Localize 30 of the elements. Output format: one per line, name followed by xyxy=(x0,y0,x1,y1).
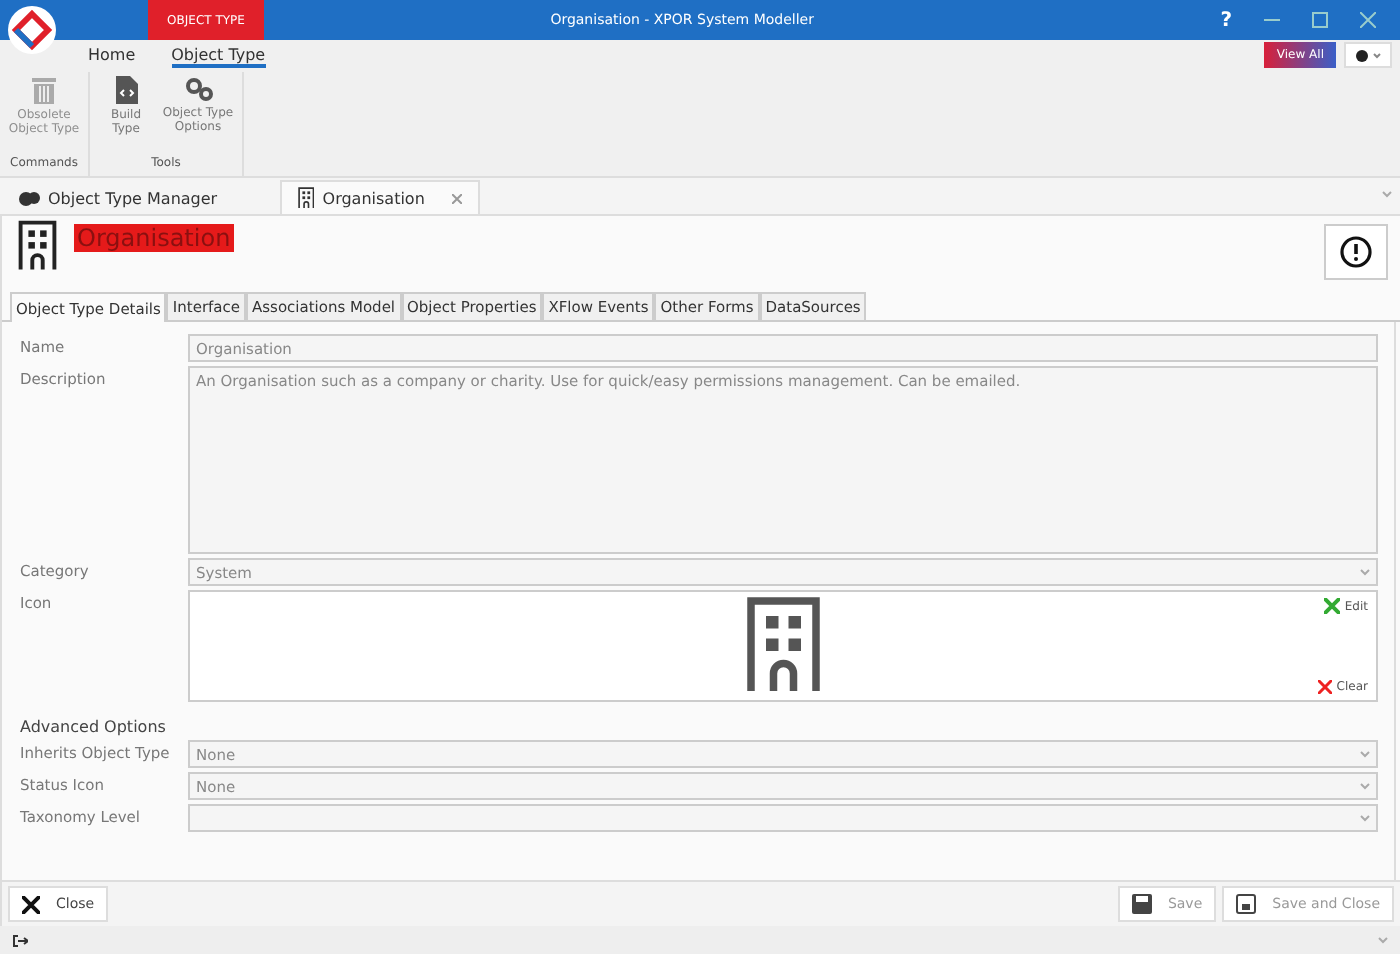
close-icon[interactable] xyxy=(452,193,462,203)
building-icon xyxy=(18,220,57,272)
help-button[interactable]: ? xyxy=(1220,9,1232,31)
close-icon xyxy=(1318,680,1333,694)
chevron-down-icon xyxy=(1360,782,1370,790)
cross-icon xyxy=(1324,598,1341,614)
exclamation-icon xyxy=(1340,236,1372,268)
document-tab[interactable]: Object Type Manager xyxy=(0,180,280,214)
chevron-down-icon xyxy=(1378,936,1388,944)
section-title: Advanced Options xyxy=(20,718,168,736)
header-title: Organisation xyxy=(73,224,235,252)
ribbon-tab[interactable]: Home xyxy=(88,45,136,67)
maximize-icon[interactable] xyxy=(1312,12,1328,28)
file-code-icon xyxy=(115,76,137,104)
chevron-down-icon xyxy=(1360,750,1370,758)
close-icon[interactable] xyxy=(1360,12,1376,28)
chevron-down-icon xyxy=(1360,814,1370,822)
document-tab[interactable]: Organisation xyxy=(280,180,480,214)
trash-icon xyxy=(32,76,56,104)
chevron-down-icon xyxy=(1382,190,1392,198)
view-dropdown[interactable] xyxy=(1344,42,1392,68)
eye-icon xyxy=(1354,49,1382,61)
building-icon xyxy=(745,596,821,696)
close-icon xyxy=(22,895,40,913)
ribbon-tab[interactable]: Object Type xyxy=(171,45,266,67)
dropdown-field[interactable] xyxy=(188,804,1378,832)
sign-out-icon[interactable] xyxy=(12,933,28,947)
building-icon xyxy=(298,186,315,210)
warning-button[interactable] xyxy=(1324,224,1388,280)
chevron-down-icon xyxy=(1360,568,1370,576)
